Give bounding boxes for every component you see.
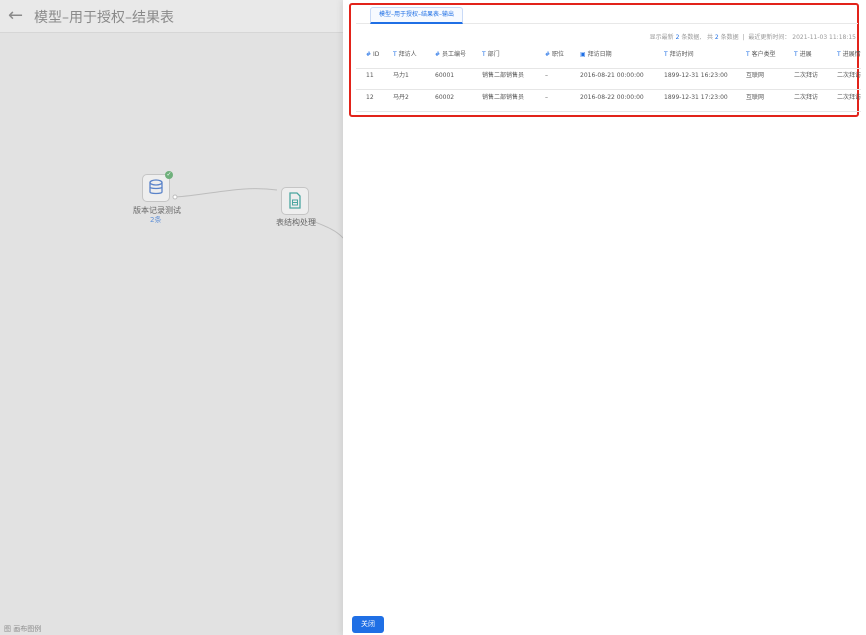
- cell-visitor: 马丹2: [393, 94, 409, 101]
- number-type-icon: #: [545, 51, 551, 58]
- meta-total-prefix: 共: [706, 34, 713, 41]
- tab-bar: 模型–用于授权–结果表–输出: [356, 7, 858, 24]
- canvas-panel: ← 模型–用于授权–结果表 ✓ 版本记录测试 2条 表结构处理 图 画布图例: [0, 0, 343, 635]
- meta-total-suffix: 条数据: [720, 34, 739, 41]
- cell-progress: 二次拜访: [794, 94, 819, 101]
- col-customer-type-label: 客户类型: [751, 51, 776, 58]
- text-type-icon: T: [746, 51, 750, 58]
- meta-prefix: 显示最新: [649, 34, 674, 41]
- table-row[interactable]: 11 马力1 60001 销售二部销售员 – 2016-08-21 00:00:…: [356, 67, 861, 90]
- cell-visit-date: 2016-08-21 00:00:00: [580, 72, 644, 79]
- node-transform[interactable]: [281, 187, 309, 215]
- meta-updated-label: 最近更新时间：: [748, 34, 791, 41]
- cell-customer-type: 互联网: [746, 72, 765, 79]
- cell-progress: 二次拜访: [794, 72, 819, 79]
- cell-visitor: 马力1: [393, 72, 409, 79]
- table-header: # ID T 拜访人 # 员工编号 T 部门 # 职位 ▣ 拜访日期 T 拜访时间 T 客户类型…: [356, 46, 861, 69]
- col-visit-time-label: 拜访时间: [669, 51, 694, 58]
- col-customer-type[interactable]: T 客户类型: [746, 46, 776, 68]
- table-row[interactable]: 12 马丹2 60002 销售二部销售员 – 2016-08-22 00:00:…: [356, 89, 861, 112]
- col-progress-detail[interactable]: T 进展情: [837, 46, 861, 68]
- col-visitor[interactable]: T 拜访人: [393, 46, 417, 68]
- text-type-icon: T: [664, 51, 668, 58]
- col-position-label: 职位: [552, 51, 565, 58]
- close-button[interactable]: 关闭: [352, 616, 384, 633]
- cell-visit-time: 1899-12-31 16:23:00: [664, 72, 728, 79]
- cell-customer-type: 互联网: [746, 94, 765, 101]
- meta-total: 2: [714, 34, 719, 41]
- col-position[interactable]: # 职位: [545, 46, 564, 68]
- cell-position: –: [545, 94, 548, 101]
- cell-position: –: [545, 72, 548, 79]
- text-type-icon: T: [482, 51, 486, 58]
- success-check-icon: ✓: [165, 171, 173, 179]
- col-visit-time[interactable]: T 拜访时间: [664, 46, 694, 68]
- col-progress-detail-label: 进展情: [842, 51, 861, 58]
- cell-department: 销售二部销售员: [482, 72, 525, 79]
- col-employee-no[interactable]: # 员工编号: [435, 46, 466, 68]
- database-icon: [149, 179, 163, 195]
- node-source-count: 2条: [150, 216, 162, 224]
- number-type-icon: #: [435, 51, 441, 58]
- node-transform-label: 表结构处理: [276, 218, 316, 227]
- cell-employee-no: 60001: [435, 72, 455, 79]
- number-type-icon: #: [366, 51, 372, 58]
- data-meta: 显示最新 2 条数据, 共 2 条数据 | 最近更新时间： 2021-11-03…: [649, 34, 856, 41]
- col-id[interactable]: # ID: [366, 46, 379, 68]
- text-type-icon: T: [794, 51, 798, 58]
- text-type-icon: T: [837, 51, 841, 58]
- meta-updated: 2021-11-03 11:18:15: [792, 34, 856, 41]
- cell-department: 销售二部销售员: [482, 94, 525, 101]
- cell-id: 12: [366, 94, 374, 101]
- cell-progress-detail: 二次拜访: [837, 72, 861, 79]
- col-progress-label: 进展: [799, 51, 812, 58]
- col-id-label: ID: [373, 51, 380, 58]
- flow-connector: [172, 188, 343, 239]
- col-visitor-label: 拜访人: [398, 51, 417, 58]
- col-progress[interactable]: T 进展: [794, 46, 812, 68]
- col-department-label: 部门: [487, 51, 500, 58]
- col-employee-no-label: 员工编号: [442, 51, 467, 58]
- cell-visit-date: 2016-08-22 00:00:00: [580, 94, 644, 101]
- meta-shown: 2: [675, 34, 680, 41]
- file-table-icon: [289, 192, 301, 209]
- cell-progress-detail: 二次拜访: [837, 94, 861, 101]
- calendar-icon: ▣: [580, 51, 586, 58]
- cell-id: 11: [366, 72, 374, 79]
- output-drawer: 模型–用于授权–结果表–输出 显示最新 2 条数据, 共 2 条数据 | 最近更…: [343, 0, 866, 635]
- text-type-icon: T: [393, 51, 397, 58]
- cell-visit-time: 1899-12-31 17:23:00: [664, 94, 728, 101]
- col-visit-date[interactable]: ▣ 拜访日期: [580, 46, 612, 68]
- col-visit-date-label: 拜访日期: [587, 51, 612, 58]
- cell-employee-no: 60002: [435, 94, 455, 101]
- meta-shown-suffix: 条数据,: [681, 34, 702, 41]
- col-department[interactable]: T 部门: [482, 46, 500, 68]
- tab-output[interactable]: 模型–用于授权–结果表–输出: [370, 7, 464, 24]
- canvas-legend[interactable]: 图 画布图例: [4, 624, 41, 634]
